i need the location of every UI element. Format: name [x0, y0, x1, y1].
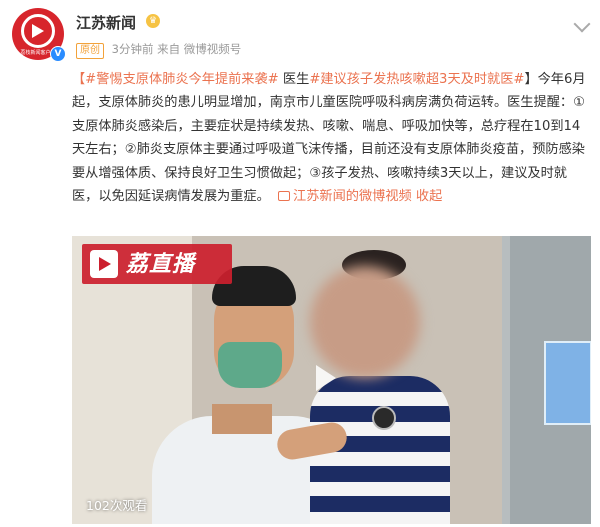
post-time[interactable]: 3分钟前 [112, 42, 154, 56]
view-count: 102次观看 [86, 498, 148, 513]
source-prefix: 来自 [157, 42, 181, 56]
verified-badge-icon: V [50, 46, 66, 62]
post-meta: 原创 3分钟前 来自 微博视频号 [76, 41, 241, 59]
hashtag-topic-1[interactable]: 【#警惕支原体肺炎今年提前来袭# [72, 72, 279, 87]
video-link[interactable]: 江苏新闻的微博视频 [293, 189, 412, 204]
avatar-play-icon [32, 24, 44, 38]
stethoscope [372, 406, 396, 430]
collapse-button[interactable]: 收起 [416, 189, 442, 204]
logo-play-icon [90, 250, 118, 278]
video-logo-text: 荔直播 [126, 252, 196, 277]
hashtag-topic-2[interactable]: #建议孩子发热咳嗽超3天及时就医# [309, 72, 524, 87]
play-icon[interactable] [316, 365, 336, 391]
post-text: 【#警惕支原体肺炎今年提前来袭# 医生#建议孩子发热咳嗽超3天及时就医#】今年6… [72, 68, 592, 208]
post-text-mid: 医生 [278, 72, 310, 87]
doctor-mask [218, 342, 282, 388]
video-player[interactable]: 荔直播 102次观看 [72, 236, 591, 524]
video-link-icon [278, 191, 291, 202]
vip-crown-icon: ♛ [146, 14, 160, 28]
original-tag: 原创 [76, 43, 104, 59]
video-wall-poster [544, 341, 591, 425]
post-source[interactable]: 微博视频号 [184, 42, 242, 56]
post-body: 】今年6月起，支原体肺炎的患儿明显增加，南京市儿童医院呼吸科病房满负荷运转。医生… [72, 72, 586, 205]
child-blurred-face [310, 266, 420, 378]
chevron-down-icon[interactable] [573, 15, 591, 33]
doctor-neck [212, 404, 272, 434]
account-name[interactable]: 江苏新闻 [76, 12, 136, 33]
post-header: 荔枝新闻客户端 V 江苏新闻 ♛ 原创 3分钟前 来自 微博视频号 [12, 8, 592, 64]
